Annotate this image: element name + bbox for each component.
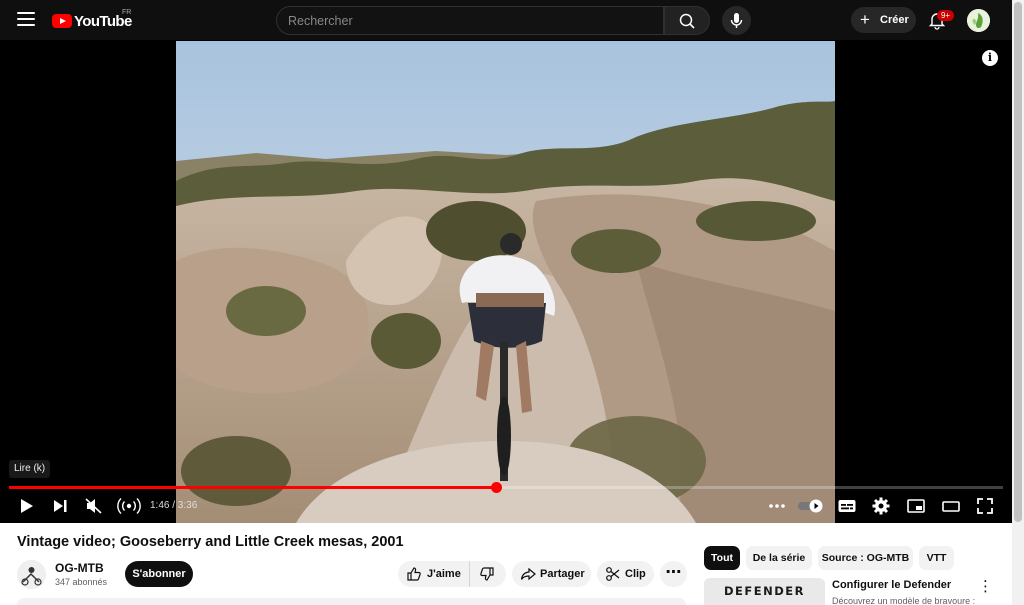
video-frame[interactable] [176, 41, 835, 523]
clip-label: Clip [625, 568, 646, 580]
create-label: Créer [880, 14, 909, 26]
search-button[interactable] [664, 6, 710, 35]
ad-thumbnail[interactable]: DEFENDER [704, 578, 825, 605]
search-icon [679, 13, 695, 29]
user-avatar[interactable] [967, 9, 990, 32]
play-tooltip: Lire (k) [9, 460, 51, 478]
chip-source[interactable]: Source : OG-MTB [818, 546, 913, 570]
country-code: FR [122, 9, 132, 16]
clip-button[interactable]: Clip [597, 561, 654, 587]
info-icon[interactable]: i [982, 50, 998, 66]
description-box[interactable] [17, 598, 686, 605]
play-icon[interactable] [16, 496, 36, 516]
chip-all[interactable]: Tout [704, 546, 740, 570]
ad-title[interactable]: Configurer le Defender [832, 579, 951, 591]
progress-fill [9, 486, 497, 489]
channel-avatar-image [17, 560, 46, 589]
thumbs-down-icon [480, 567, 494, 581]
thumbs-up-icon [407, 567, 421, 581]
search-input[interactable] [288, 12, 648, 30]
fullscreen-icon[interactable] [975, 496, 995, 516]
search-box [276, 6, 664, 35]
like-label: J'aime [427, 568, 461, 580]
create-button[interactable]: + Créer [851, 7, 916, 33]
youtube-logo[interactable]: YouTube [52, 11, 132, 31]
ad-menu-icon[interactable]: ⋮ [978, 578, 993, 596]
microphone-icon [730, 13, 743, 28]
plus-icon: + [860, 10, 870, 29]
top-bar: YouTube FR + Créer 9+ [0, 0, 1012, 40]
menu-icon[interactable] [17, 12, 35, 28]
miniplayer-icon[interactable] [906, 496, 926, 516]
notifications-badge: 9+ [937, 10, 954, 21]
theater-mode-icon[interactable] [941, 496, 961, 516]
more-horizontal-icon: ⋯ [665, 564, 682, 581]
more-actions-button[interactable]: ⋯ [660, 561, 687, 587]
subtitles-icon[interactable] [837, 496, 857, 516]
dislike-button[interactable] [469, 561, 506, 587]
channel-avatar[interactable] [17, 560, 46, 589]
progress-bar[interactable] [9, 482, 1003, 493]
video-title: Vintage video; Gooseberry and Little Cre… [17, 534, 404, 550]
ad-description: Découvrez un modèle de bravoure : [832, 596, 976, 605]
mute-icon[interactable] [84, 496, 104, 516]
more-options-icon[interactable] [767, 496, 787, 516]
scrollbar-thumb[interactable] [1014, 2, 1022, 522]
share-label: Partager [540, 568, 585, 580]
autoplay-toggle[interactable] [797, 496, 825, 516]
progress-scrubber[interactable] [491, 482, 503, 493]
share-button[interactable]: Partager [512, 561, 591, 587]
share-icon [520, 567, 536, 581]
broadcast-icon[interactable] [116, 496, 142, 516]
subscriber-count: 347 abonnés [55, 577, 108, 587]
subscribe-button[interactable]: S'abonner [125, 561, 193, 587]
like-button[interactable]: J'aime [398, 561, 469, 587]
avatar-image [967, 9, 990, 32]
settings-icon[interactable] [871, 496, 891, 516]
youtube-play-icon [52, 14, 72, 28]
chip-series[interactable]: De la série [746, 546, 812, 570]
video-image [176, 41, 835, 523]
next-icon[interactable] [50, 496, 70, 516]
voice-search-button[interactable] [722, 6, 751, 35]
scissors-icon [606, 567, 620, 581]
time-display: 1:46 / 3:36 [150, 500, 198, 511]
chip-vtt[interactable]: VTT [919, 546, 954, 570]
channel-name[interactable]: OG-MTB [55, 561, 104, 575]
video-player[interactable]: i Lire (k) 1:46 / 3:36 [0, 40, 1012, 523]
page-scrollbar[interactable] [1012, 0, 1024, 605]
